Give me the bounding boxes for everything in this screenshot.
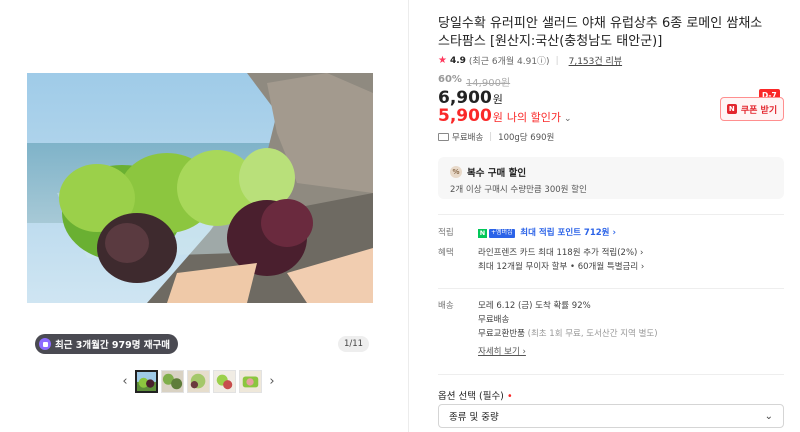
- product-title: 당일수확 유러피안 샐러드 야채 유럽상추 6종 로메인 쌈채소 스타팜스 [원…: [438, 16, 763, 49]
- thumbnail-1[interactable]: [135, 370, 158, 393]
- discount-tag-icon: %: [450, 166, 462, 178]
- product-info-panel: 당일수확 유러피안 샐러드 야채 유럽상추 6종 로메인 쌈채소 스타팜스 [원…: [438, 0, 788, 432]
- option-label: 옵션 선택 (필수) •: [438, 388, 513, 402]
- rating-score: 4.9: [449, 55, 466, 66]
- delivery-values: 모레 6.12 (금) 도착 확률 92% 무료배송 무료교환반품 (최초 1회…: [478, 299, 778, 359]
- delivery-return-text: 무료교환반품: [478, 329, 525, 339]
- delivery-eta: 모레 6.12 (금) 도착 확률 92%: [478, 301, 591, 311]
- benefit-values: 라인프렌즈 카드 최대 118원 추가 적립(2%) › 최대 12개월 무이자…: [478, 246, 778, 274]
- benefit-row: 혜택 라인프렌즈 카드 최대 118원 추가 적립(2%) › 최대 12개월 …: [438, 246, 784, 276]
- gallery-area: 최근 3개월간 979명 재구매 1/11 ‹ ›: [0, 0, 408, 432]
- shipping-separator: |: [489, 132, 493, 142]
- sale-price-unit: 원: [492, 93, 503, 106]
- benefit-installment-link[interactable]: 최대 12개월 무이자 할부 • 60개월 특별금리 ›: [478, 260, 778, 274]
- star-icon: ★: [438, 55, 447, 66]
- points-row: 적립 N +멤버십 최대 적립 포인트 712원 ›: [438, 226, 784, 242]
- sale-price-value: 6,900: [438, 88, 492, 108]
- thumbnail-image: [214, 371, 235, 392]
- delivery-return: 무료교환반품 (최초 1회 무료, 도서산간 지역 별도): [478, 327, 778, 341]
- review-count-link[interactable]: 7,153건 리뷰: [569, 54, 622, 67]
- thumbnail-image: [162, 371, 183, 392]
- delivery-return-sub: (최초 1회 무료, 도서산간 지역 별도): [527, 329, 658, 339]
- chevron-down-icon: ⌄: [764, 410, 773, 422]
- shipping-summary: 무료배송 | 100g당 690원: [438, 131, 554, 143]
- coupon-button-label: 쿠폰 받기: [740, 105, 778, 116]
- required-mark: •: [506, 391, 513, 402]
- thumbnail-image: [240, 371, 261, 392]
- multi-buy-title: 복수 구매 할인: [467, 168, 527, 179]
- npay-badge: N +멤버십: [478, 228, 515, 238]
- section-divider: [438, 374, 784, 375]
- benefit-key: 혜택: [438, 248, 454, 258]
- coupon-button[interactable]: N 쿠폰 받기: [720, 97, 784, 121]
- option-select-value: 종류 및 중량: [449, 412, 499, 423]
- thumbnail-strip: ‹ ›: [118, 370, 279, 393]
- discount-percent: 60%: [438, 74, 462, 85]
- rating-separator: |: [555, 55, 559, 66]
- benefit-card-link[interactable]: 라인프렌즈 카드 최대 118원 추가 적립(2%) ›: [478, 246, 778, 260]
- thumbnail-3[interactable]: [187, 370, 210, 393]
- thumbnail-2[interactable]: [161, 370, 184, 393]
- thumbnail-4[interactable]: [213, 370, 236, 393]
- delivery-key: 배송: [438, 301, 454, 311]
- multi-buy-desc: 2개 이상 구매시 수량만큼 300원 할인: [450, 185, 587, 195]
- option-label-text: 옵션 선택 (필수): [438, 391, 504, 402]
- rebuy-badge: 최근 3개월간 979명 재구매: [35, 334, 179, 354]
- thumbnail-image: [188, 371, 209, 392]
- rebuy-icon: [39, 338, 51, 350]
- my-price-value: 5,900: [438, 106, 492, 126]
- rating-recent[interactable]: (최근 6개월 4.91ⓘ): [469, 54, 550, 67]
- option-select[interactable]: 종류 및 중량 ⌄: [438, 404, 784, 428]
- lettuce-photo: [27, 73, 373, 303]
- discount-row: 60% 14,900원: [438, 74, 510, 89]
- section-divider: [438, 214, 784, 215]
- points-key: 적립: [438, 228, 454, 238]
- thumbnail-prev-button[interactable]: ‹: [118, 371, 132, 393]
- section-divider: [438, 288, 784, 289]
- delivery-row: 배송 모레 6.12 (금) 도착 확률 92% 무료배송 무료교환반품 (최초…: [438, 299, 784, 361]
- multi-buy-head: % 복수 구매 할인: [450, 165, 772, 179]
- product-main-image[interactable]: [27, 73, 373, 303]
- unit-price-text: 100g당 690원: [498, 133, 555, 143]
- chevron-down-icon: ⌄: [564, 114, 572, 124]
- original-price: 14,900원: [465, 78, 511, 89]
- npay-membership-icon: +멤버십: [489, 228, 515, 238]
- image-page-counter: 1/11: [338, 336, 370, 352]
- rebuy-badge-text: 최근 3개월간 979명 재구매: [55, 340, 171, 351]
- vertical-divider: [408, 0, 409, 432]
- thumbnail-5[interactable]: [239, 370, 262, 393]
- naver-n-icon: N: [726, 104, 737, 114]
- multi-buy-discount-box: % 복수 구매 할인 2개 이상 구매시 수량만큼 300원 할인: [438, 157, 784, 199]
- rating-row: ★ 4.9 (최근 6개월 4.91ⓘ) | 7,153건 리뷰: [438, 54, 622, 67]
- my-discount-price[interactable]: 5,900 원 나의 할인가 ⌄: [438, 106, 572, 126]
- sale-price: 6,900 원: [438, 88, 503, 108]
- points-value[interactable]: N +멤버십 최대 적립 포인트 712원 ›: [478, 226, 778, 240]
- points-link[interactable]: 최대 적립 포인트 712원 ›: [520, 228, 616, 238]
- free-shipping-text: 무료배송: [452, 133, 484, 143]
- thumbnail-next-button[interactable]: ›: [265, 371, 279, 393]
- thumbnail-image: [137, 372, 156, 391]
- my-price-label: 나의 할인가: [506, 111, 562, 124]
- my-price-unit: 원: [492, 111, 503, 124]
- truck-icon: [438, 133, 449, 141]
- delivery-free: 무료배송: [478, 315, 510, 325]
- npay-n-icon: N: [478, 228, 487, 238]
- delivery-detail-link[interactable]: 자세히 보기 ›: [478, 345, 778, 359]
